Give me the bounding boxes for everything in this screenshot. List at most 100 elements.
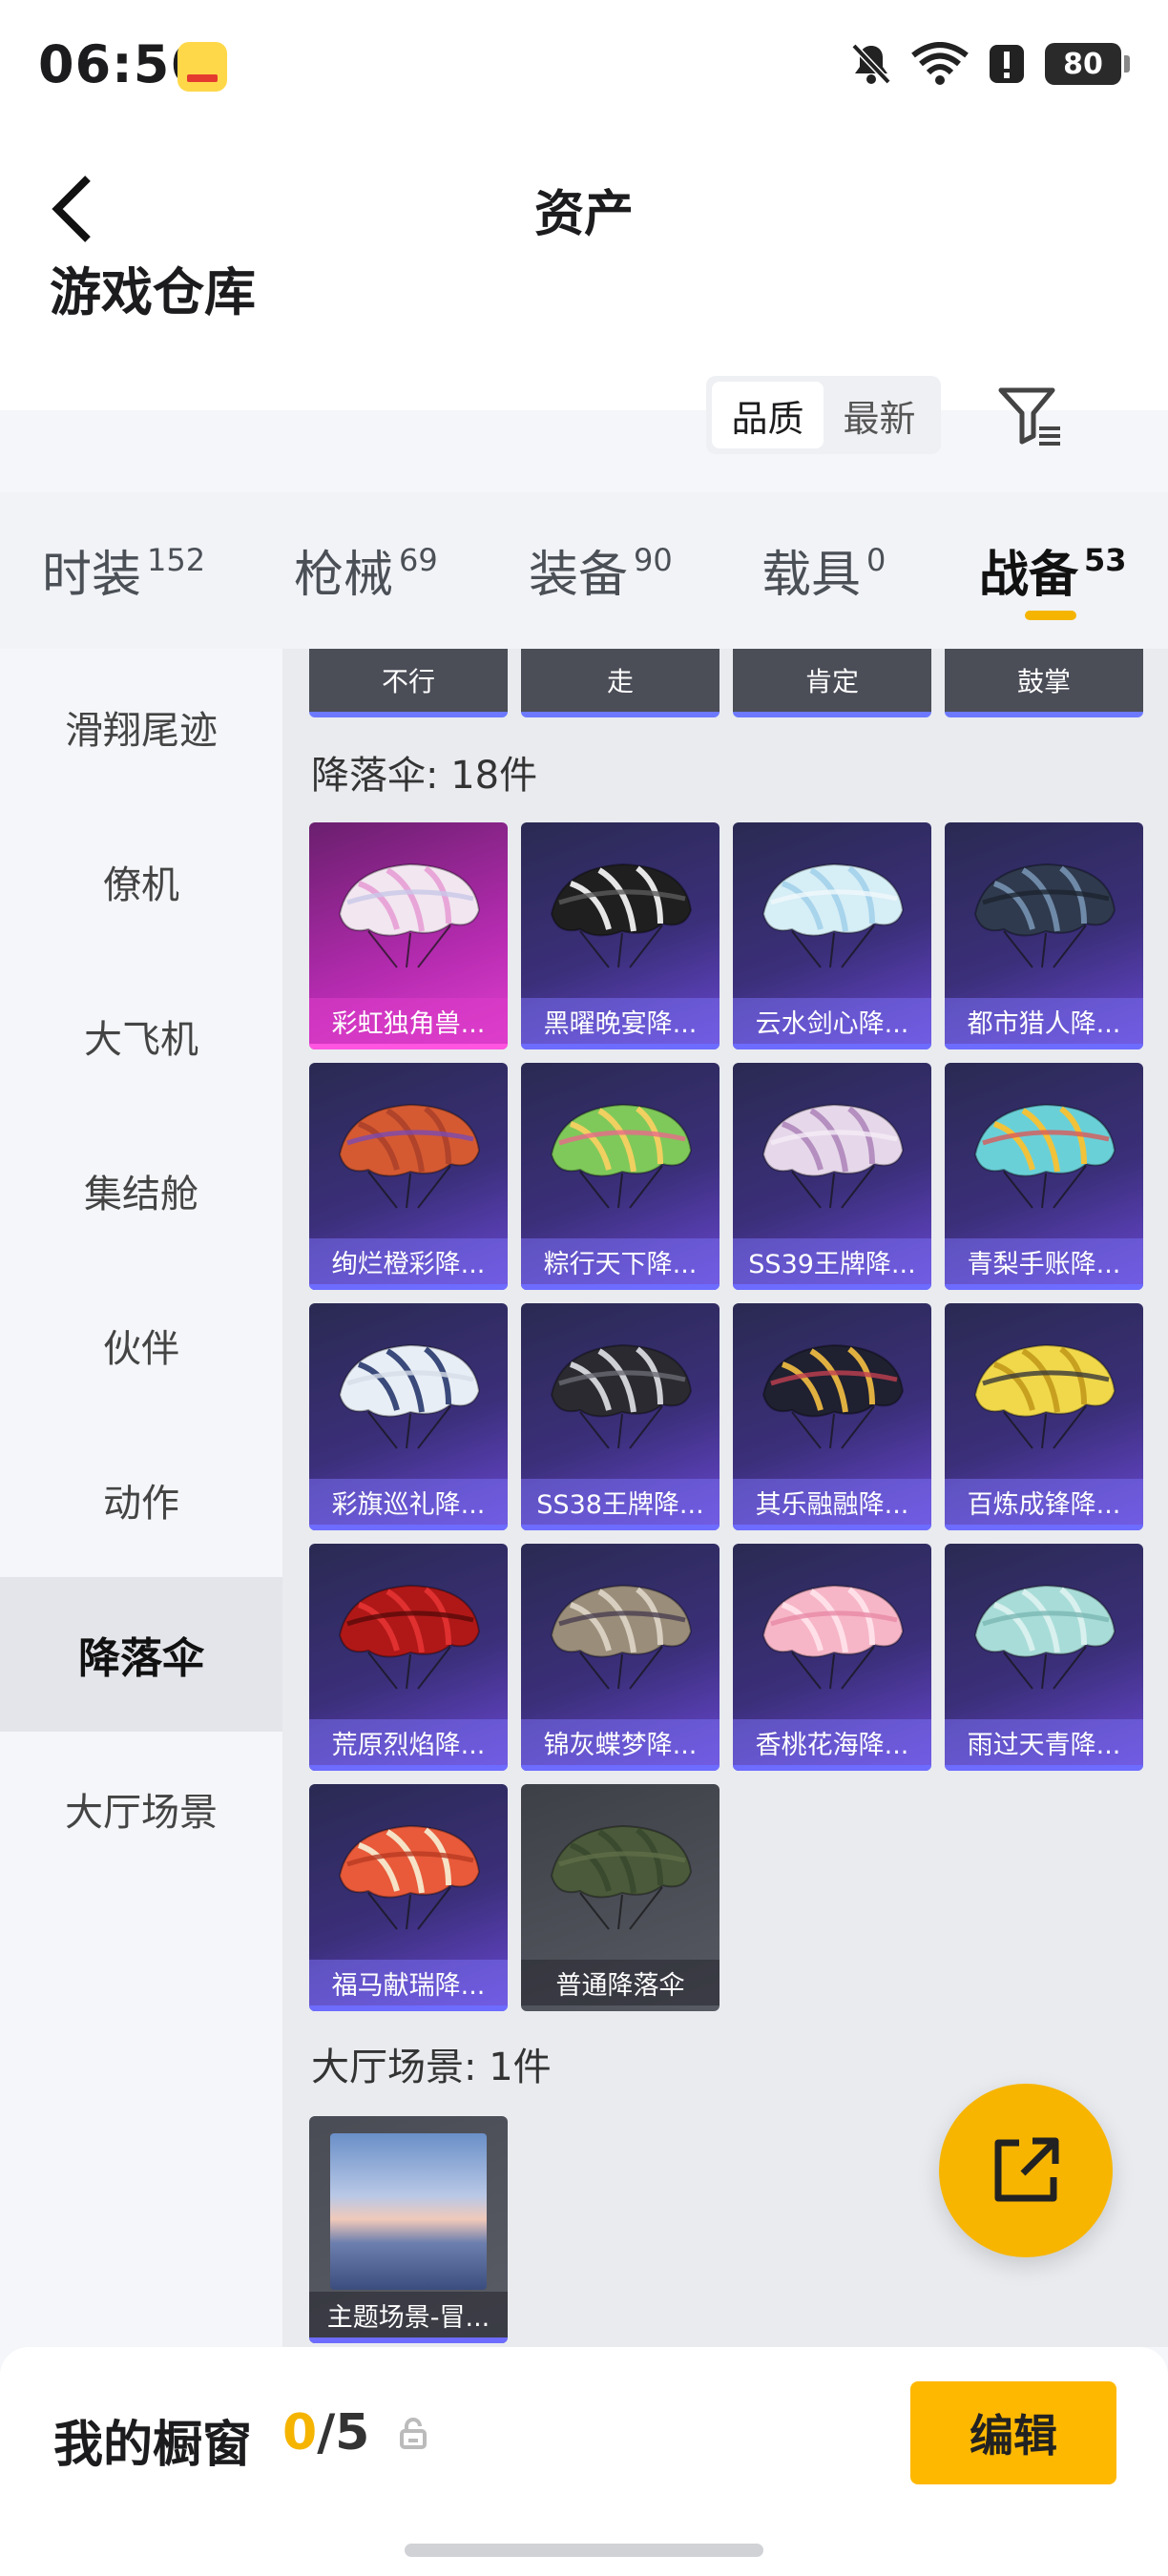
tab-battle-gear[interactable]: 战备 53 xyxy=(979,534,1127,606)
active-tab-indicator xyxy=(1025,611,1076,620)
parachute-card[interactable]: 荒原烈焰降... xyxy=(309,1544,508,1771)
tab-count: 90 xyxy=(634,542,673,578)
tab-label: 载具 xyxy=(761,547,862,604)
parachute-icon xyxy=(973,1584,1116,1690)
parachute-card-label: 其乐融融降... xyxy=(733,1479,931,1525)
edit-button[interactable]: 编辑 xyxy=(910,2381,1116,2484)
filter-button[interactable] xyxy=(994,380,1067,452)
parachute-icon xyxy=(550,1343,693,1449)
parachute-icon xyxy=(550,1103,693,1209)
parachute-card[interactable]: 都市猎人降... xyxy=(945,822,1143,1049)
emote-row: 不行 走 肯定 鼓掌 xyxy=(309,649,1143,717)
tab-label: 战备 xyxy=(979,547,1079,604)
parachute-card-label: 百炼成锋降... xyxy=(945,1479,1143,1525)
parachute-icon xyxy=(338,1584,481,1690)
sort-quality-option[interactable]: 品质 xyxy=(712,382,824,448)
sidebar-item-lobby-scene[interactable]: 大厅场景 xyxy=(0,1732,282,1886)
parachute-card[interactable]: 锦灰蝶梦降... xyxy=(521,1544,720,1771)
tab-firearms[interactable]: 枪械 69 xyxy=(294,534,438,606)
parachute-card-label: 香桃花海降... xyxy=(733,1719,931,1765)
emote-item[interactable]: 不行 xyxy=(309,649,508,717)
parachute-card-label: 云水剑心降... xyxy=(733,998,931,1044)
home-indicator xyxy=(405,2544,763,2557)
parachute-section-title: 降落伞: 18件 xyxy=(311,754,538,798)
showcase-title: 我的橱窗 xyxy=(53,2417,253,2474)
sidebar-item-companion[interactable]: 伙伴 xyxy=(0,1268,282,1423)
rarity-bar xyxy=(733,1525,931,1530)
parachute-card[interactable]: 彩旗巡礼降... xyxy=(309,1303,508,1530)
showcase-total: /5 xyxy=(317,2404,370,2462)
tab-vehicles[interactable]: 载具 0 xyxy=(761,534,886,606)
rarity-bar xyxy=(945,1044,1143,1049)
rarity-bar xyxy=(309,2005,508,2011)
rarity-bar xyxy=(309,1284,508,1290)
sidebar-item-big-plane[interactable]: 大飞机 xyxy=(0,959,282,1113)
scene-thumbnail xyxy=(330,2133,487,2290)
showcase-count: 0/5 xyxy=(282,2404,369,2462)
parachute-card-label: 粽行天下降... xyxy=(521,1238,720,1284)
parachute-card-label: 雨过天青降... xyxy=(945,1719,1143,1765)
parachute-card-label: 彩旗巡礼降... xyxy=(309,1479,508,1525)
filter-icon xyxy=(998,387,1060,446)
rarity-bar xyxy=(521,1765,720,1771)
parachute-card-label: 都市猎人降... xyxy=(945,998,1143,1044)
parachute-card-label: SS39王牌降... xyxy=(733,1238,931,1284)
parachute-icon xyxy=(338,862,481,968)
parachute-card[interactable]: 云水剑心降... xyxy=(733,822,931,1049)
sidebar-item-parachute[interactable]: 降落伞 xyxy=(0,1577,282,1732)
parachute-card-label: 青梨手账降... xyxy=(945,1238,1143,1284)
tab-count: 53 xyxy=(1084,542,1127,578)
tab-label: 枪械 xyxy=(294,547,394,604)
sidebar-item-assembly-pod[interactable]: 集结舱 xyxy=(0,1113,282,1268)
parachute-card[interactable]: 百炼成锋降... xyxy=(945,1303,1143,1530)
emote-item[interactable]: 鼓掌 xyxy=(945,649,1143,717)
parachute-icon xyxy=(550,862,693,968)
notification-app-icon xyxy=(177,42,227,92)
rarity-bar xyxy=(945,1765,1143,1771)
parachute-card-label: 荒原烈焰降... xyxy=(309,1719,508,1765)
sidebar-item-emote[interactable]: 动作 xyxy=(0,1423,282,1577)
parachute-card-label: 彩虹独角兽... xyxy=(309,998,508,1044)
share-button[interactable] xyxy=(939,2084,1113,2257)
rarity-bar xyxy=(309,2337,508,2343)
parachute-card-label: SS38王牌降... xyxy=(521,1479,720,1525)
sidebar: 滑翔尾迹 僚机 大飞机 集结舱 伙伴 动作 降落伞 大厅场景 xyxy=(0,649,282,2347)
parachute-card[interactable]: 普通降落伞 xyxy=(521,1784,720,2011)
rarity-bar xyxy=(309,1044,508,1049)
parachute-card[interactable]: 其乐融融降... xyxy=(733,1303,931,1530)
tab-fashion[interactable]: 时装 152 xyxy=(42,534,205,606)
parachute-card[interactable]: 青梨手账降... xyxy=(945,1063,1143,1290)
battery-indicator: 80 xyxy=(1045,43,1130,85)
sidebar-item-wingman[interactable]: 僚机 xyxy=(0,804,282,959)
parachute-icon xyxy=(761,1584,905,1690)
parachute-card[interactable]: SS39王牌降... xyxy=(733,1063,931,1290)
showcase-bar: 我的橱窗 0/5 编辑 xyxy=(0,2347,1168,2576)
rarity-bar xyxy=(733,1044,931,1049)
rarity-bar xyxy=(733,1284,931,1290)
emote-item[interactable]: 走 xyxy=(521,649,720,717)
parachute-card[interactable]: 黑曜晚宴降... xyxy=(521,822,720,1049)
parachute-icon xyxy=(973,1103,1116,1209)
emote-item[interactable]: 肯定 xyxy=(733,649,931,717)
parachute-card[interactable]: 雨过天青降... xyxy=(945,1544,1143,1771)
sidebar-item-glide-trail[interactable]: 滑翔尾迹 xyxy=(0,650,282,804)
parachute-card[interactable]: 绚烂橙彩降... xyxy=(309,1063,508,1290)
sort-toggle: 品质 最新 xyxy=(706,376,941,454)
page-title: 资产 xyxy=(533,186,634,243)
tab-count: 0 xyxy=(866,542,886,578)
mute-bell-icon xyxy=(851,43,891,85)
parachute-card[interactable]: 福马献瑞降... xyxy=(309,1784,508,2011)
scene-card[interactable]: 主题场景-冒... xyxy=(309,2116,508,2343)
parachute-card[interactable]: 彩虹独角兽... xyxy=(309,822,508,1049)
parachute-icon xyxy=(761,862,905,968)
parachute-card[interactable]: 粽行天下降... xyxy=(521,1063,720,1290)
parachute-card[interactable]: 香桃花海降... xyxy=(733,1544,931,1771)
parachute-card[interactable]: SS38王牌降... xyxy=(521,1303,720,1530)
scene-section-title: 大厅场景: 1件 xyxy=(311,2046,552,2089)
sort-latest-option[interactable]: 最新 xyxy=(824,382,935,448)
parachute-icon xyxy=(550,1824,693,1930)
rarity-bar xyxy=(945,1284,1143,1290)
tab-count: 152 xyxy=(147,542,206,578)
status-bar: 06:56 80 xyxy=(0,0,1168,134)
tab-equipment[interactable]: 装备 90 xyxy=(529,534,673,606)
